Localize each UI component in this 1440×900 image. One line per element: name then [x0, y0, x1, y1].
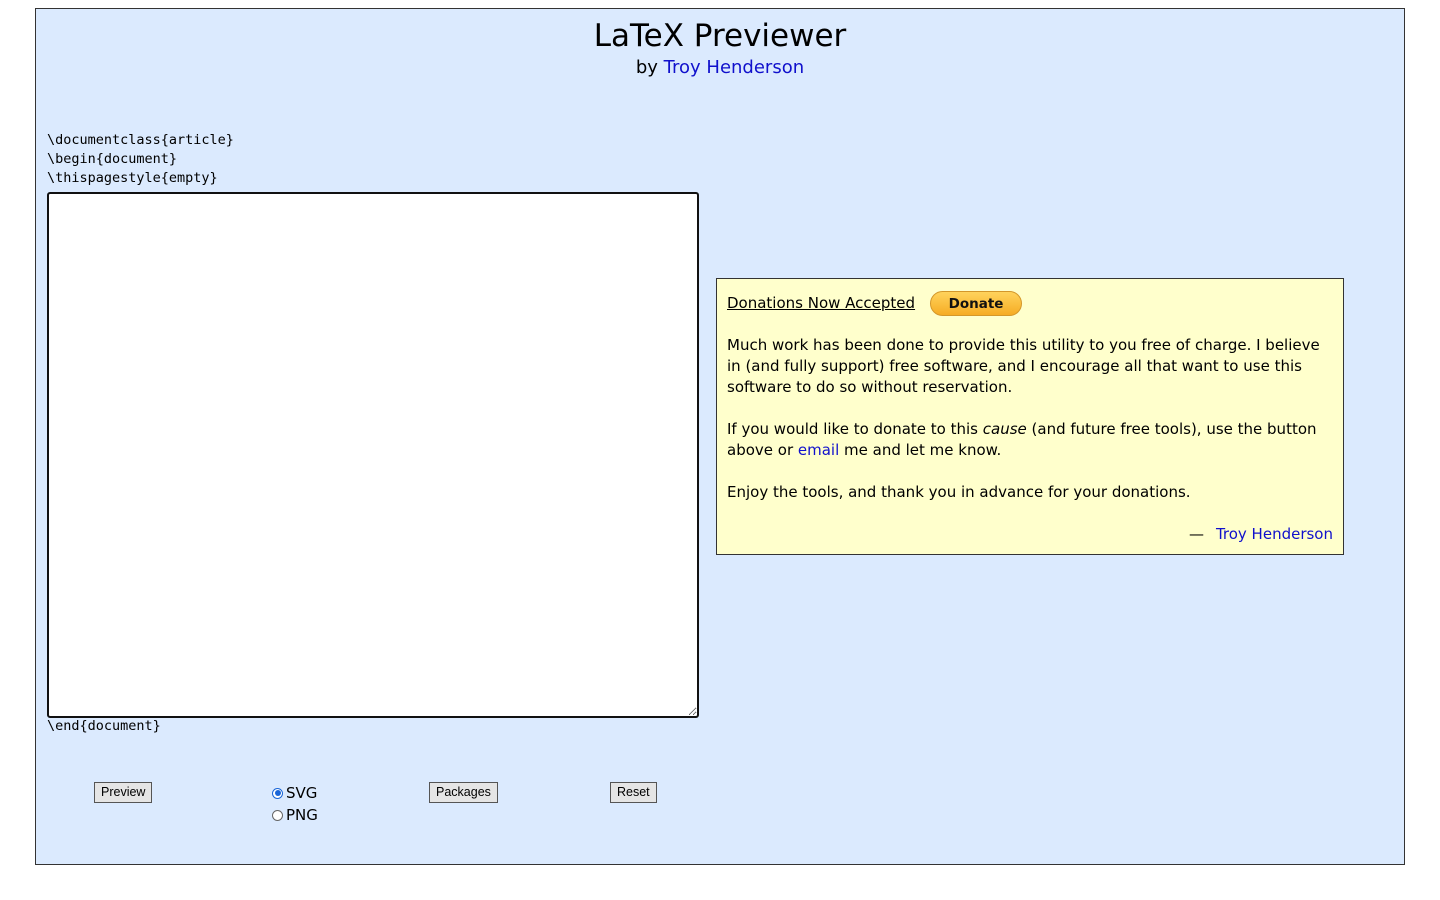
- page-frame: LaTeX Previewer by Troy Henderson \docum…: [35, 8, 1405, 865]
- donation-panel: Donations Now Accepted Donate Much work …: [716, 278, 1344, 555]
- text-run: If you would like to donate to this: [727, 420, 983, 438]
- preview-button[interactable]: Preview: [94, 782, 153, 803]
- donation-paragraph: Much work has been done to provide this …: [727, 336, 1320, 396]
- email-link[interactable]: email: [798, 441, 839, 459]
- png-label: PNG: [286, 806, 318, 824]
- donation-heading: Donations Now Accepted: [727, 293, 916, 312]
- reset-button[interactable]: Reset: [610, 782, 657, 803]
- preamble-line: \begin{document}: [47, 151, 178, 167]
- svg-label: SVG: [286, 784, 318, 802]
- donation-header: Donations Now Accepted Donate: [727, 289, 1333, 317]
- author-link[interactable]: Troy Henderson: [664, 57, 804, 78]
- donate-button[interactable]: Donate: [930, 290, 1023, 316]
- donation-paragraph: If you would like to donate to this caus…: [727, 419, 1333, 461]
- preamble-line: \documentclass{article}: [47, 132, 234, 148]
- byline-prefix: by: [635, 57, 658, 78]
- packages-button[interactable]: Packages: [429, 782, 498, 803]
- text-run: me and let me know.: [839, 441, 1002, 459]
- latex-editor[interactable]: [47, 192, 699, 718]
- signature-link[interactable]: Troy Henderson: [1216, 525, 1333, 543]
- format-option-png[interactable]: PNG: [272, 806, 318, 824]
- page-title: LaTeX Previewer: [593, 18, 847, 54]
- format-option-svg[interactable]: SVG: [272, 784, 317, 802]
- signature-dash: —: [1188, 525, 1204, 543]
- preamble-line: \thispagestyle{empty}: [47, 170, 218, 186]
- emphasis-text: cause: [982, 420, 1027, 438]
- donation-signature: — Troy Henderson: [727, 524, 1333, 545]
- svg-radio[interactable]: [272, 787, 283, 799]
- latex-postamble: \end{document}: [47, 718, 161, 734]
- byline: by Troy Henderson: [36, 57, 1404, 78]
- png-radio[interactable]: [272, 809, 283, 821]
- latex-preamble: \documentclass{article} \begin{document}…: [47, 131, 234, 188]
- donation-paragraph: Enjoy the tools, and thank you in advanc…: [727, 483, 1191, 501]
